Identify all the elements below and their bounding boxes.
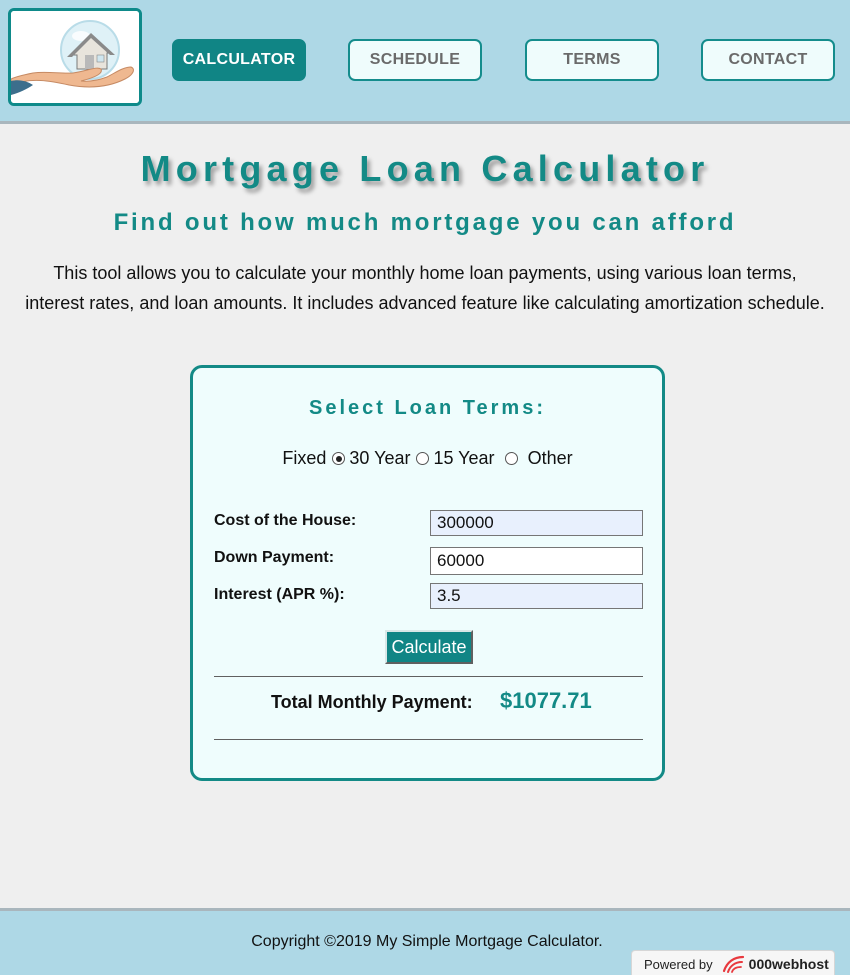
nav-calculator-button[interactable]: CALCULATOR bbox=[172, 39, 306, 81]
total-payment-value: $1077.71 bbox=[500, 688, 592, 713]
nav-terms-button[interactable]: TERMS bbox=[525, 39, 659, 81]
house-in-hand-icon[interactable] bbox=[8, 8, 142, 106]
loan-term-options: Fixed 30 Year 15 Year Other bbox=[193, 448, 662, 469]
total-payment-label: Total Monthly Payment: bbox=[271, 692, 473, 712]
term-30-year-label: 30 Year bbox=[349, 448, 411, 468]
nav-schedule-button[interactable]: SCHEDULE bbox=[348, 39, 482, 81]
powered-by-brand: 000webhost bbox=[748, 956, 829, 972]
loan-terms-heading: Select Loan Terms: bbox=[308, 397, 547, 419]
page-subtitle: Find out how much mortgage you can affor… bbox=[113, 209, 737, 236]
powered-by-badge[interactable]: Powered by 000webhost bbox=[631, 950, 835, 975]
interest-label: Interest (APR %): bbox=[214, 586, 345, 603]
site-footer: Copyright ©2019 My Simple Mortgage Calcu… bbox=[0, 908, 850, 975]
page-title: Mortgage Loan Calculator bbox=[140, 148, 710, 189]
intro-text: This tool allows you to calculate your m… bbox=[25, 263, 825, 313]
term-prefix-label: Fixed bbox=[282, 448, 327, 468]
powered-by-label: Powered by bbox=[644, 956, 713, 972]
term-30-year-radio[interactable] bbox=[332, 452, 346, 465]
000webhost-logo-icon bbox=[721, 954, 745, 974]
interest-input[interactable] bbox=[430, 583, 643, 609]
term-15-year-label: 15 Year bbox=[433, 448, 495, 468]
divider-bottom bbox=[214, 739, 643, 740]
copyright-text: Copyright ©2019 My Simple Mortgage Calcu… bbox=[251, 933, 603, 950]
cost-label: Cost of the House: bbox=[214, 512, 357, 529]
calculate-button[interactable]: Calculate bbox=[385, 630, 473, 664]
calculator-card: Select Loan Terms: Fixed 30 Year 15 Year… bbox=[190, 365, 665, 781]
term-other-radio[interactable] bbox=[504, 452, 518, 465]
term-other-label: Other bbox=[527, 448, 573, 468]
term-15-year-radio[interactable] bbox=[416, 452, 430, 465]
down-payment-label: Down Payment: bbox=[214, 549, 335, 566]
site-header: CALCULATOR SCHEDULE TERMS CONTACT bbox=[0, 0, 850, 124]
cost-input[interactable] bbox=[430, 510, 643, 536]
nav-contact-button[interactable]: CONTACT bbox=[701, 39, 835, 81]
divider-top bbox=[214, 676, 643, 677]
down-payment-input[interactable] bbox=[430, 547, 643, 575]
